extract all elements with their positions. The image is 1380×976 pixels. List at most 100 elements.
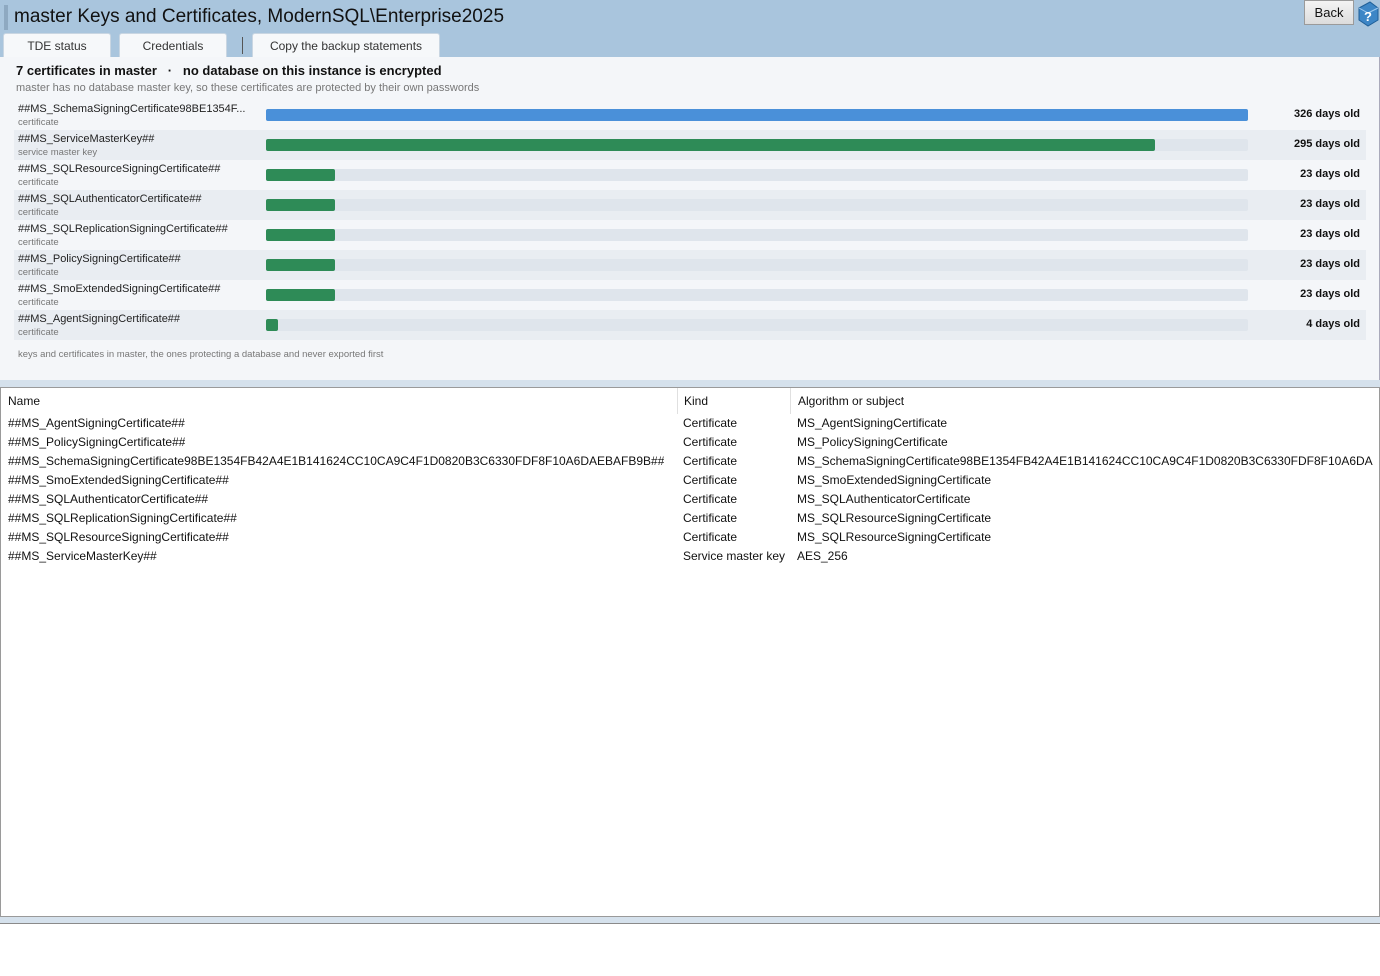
summary-panel: 7 certificates in master · no database o…: [0, 57, 1380, 382]
age-row-name: ##MS_ServiceMasterKey##: [18, 133, 155, 145]
age-row-age: 23 days old: [1300, 258, 1360, 270]
age-row-kind: certificate: [18, 207, 59, 218]
age-bar-fill: [266, 259, 336, 271]
page-title: master Keys and Certificates, ModernSQL\…: [14, 6, 505, 27]
age-bar-fill: [266, 139, 1155, 151]
age-row[interactable]: ##MS_AgentSigningCertificate## certificat…: [14, 310, 1366, 340]
help-icon[interactable]: ?: [1356, 0, 1380, 27]
column-header-algorithm[interactable]: Algorithm or subject: [791, 388, 1379, 414]
table-row[interactable]: ##MS_SQLResourceSigningCertificate## Cert…: [1, 528, 1379, 547]
cell-algorithm: MS_SchemaSigningCertificate98BE1354FB42A…: [797, 454, 1373, 468]
age-bar-fill: [266, 109, 1248, 121]
age-bar-fill: [266, 319, 279, 331]
cell-kind: Certificate: [683, 454, 738, 468]
age-bar-fill: [266, 199, 336, 211]
age-row-age: 23 days old: [1300, 228, 1360, 240]
cell-algorithm: MS_PolicySigningCertificate: [797, 435, 948, 449]
table-row[interactable]: ##MS_SQLAuthenticatorCertificate## Certif…: [1, 490, 1379, 509]
cell-kind: Certificate: [683, 492, 738, 506]
age-row-age: 23 days old: [1300, 198, 1360, 210]
back-button[interactable]: Back: [1304, 0, 1354, 25]
cell-name: ##MS_AgentSigningCertificate##: [8, 416, 185, 430]
cell-algorithm: MS_AgentSigningCertificate: [797, 416, 948, 430]
age-bar-track: [266, 319, 1248, 331]
age-row-age: 23 days old: [1300, 168, 1360, 180]
age-row-age: 4 days old: [1306, 318, 1360, 330]
table-row[interactable]: ##MS_PolicySigningCertificate## Certifica…: [1, 433, 1379, 452]
age-row-kind: certificate: [18, 177, 59, 188]
age-row-name: ##MS_SQLReplicationSigningCertificate##: [18, 223, 228, 235]
summary-footnote: keys and certificates in master, the one…: [18, 349, 384, 360]
keys-grid: Name Kind Algorithm or subject ##MS_Agen…: [0, 387, 1380, 917]
age-row-age: 326 days old: [1293, 108, 1360, 120]
key-certificate-window: master Keys and Certificates, ModernSQL\…: [0, 0, 1380, 976]
summary-title: 7 certificates in master · no database o…: [16, 63, 442, 78]
age-row-kind: service master key: [18, 147, 98, 158]
age-bar-track: [266, 229, 1248, 241]
title-bar: master Keys and Certificates, ModernSQL\…: [0, 0, 1380, 57]
age-row-name: ##MS_SQLResourceSigningCertificate##: [18, 163, 221, 175]
age-row[interactable]: ##MS_SchemaSigningCertificate98BE1354F..…: [14, 100, 1366, 130]
age-row-name: ##MS_PolicySigningCertificate##: [18, 253, 181, 265]
age-bar-track: [266, 109, 1248, 121]
column-header-kind[interactable]: Kind: [677, 388, 791, 414]
age-row-name: ##MS_SmoExtendedSigningCertificate##: [18, 283, 221, 295]
cell-algorithm: MS_SQLResourceSigningCertificate: [797, 530, 992, 544]
tab-copy-backup-statements[interactable]: Copy the backup statements: [252, 33, 440, 57]
age-bar-track: [266, 169, 1248, 181]
age-row[interactable]: ##MS_SmoExtendedSigningCertificate##cert…: [14, 280, 1366, 310]
cell-name: ##MS_ServiceMasterKey##: [8, 549, 157, 563]
cell-name: ##MS_SQLReplicationSigningCertificate##: [8, 511, 237, 525]
age-row-kind: certificate: [18, 237, 59, 248]
cell-algorithm: MS_SQLResourceSigningCertificate: [797, 511, 992, 525]
title-accent-bar: [4, 5, 8, 30]
cell-kind: Certificate: [683, 473, 738, 487]
age-bar-track: [266, 289, 1248, 301]
age-bar-fill: [266, 229, 336, 241]
cell-kind: Certificate: [683, 530, 738, 544]
table-row[interactable]: ##MS_SmoExtendedSigningCertificate## Cert…: [1, 471, 1379, 490]
tab-separator: [242, 37, 243, 54]
age-row[interactable]: ##MS_ServiceMasterKey##service master ke…: [14, 130, 1366, 160]
table-row[interactable]: ##MS_SchemaSigningCertificate98BE1354FB4…: [1, 452, 1379, 471]
cell-algorithm: AES_256: [797, 549, 848, 563]
cell-algorithm: MS_SmoExtendedSigningCertificate: [797, 473, 992, 487]
svg-text:?: ?: [1364, 9, 1372, 24]
column-header-name[interactable]: Name: [1, 388, 678, 414]
cell-name: ##MS_SQLAuthenticatorCertificate##: [8, 492, 209, 506]
age-row-kind: certificate: [18, 117, 59, 128]
age-row-age: 295 days old: [1293, 138, 1360, 150]
age-bar-track: [266, 139, 1248, 151]
cell-kind: Certificate: [683, 511, 738, 525]
age-row[interactable]: ##MS_SQLReplicationSigningCertificate##c…: [14, 220, 1366, 250]
cell-kind: Certificate: [683, 435, 738, 449]
age-row[interactable]: ##MS_SQLResourceSigningCertificate##cert…: [14, 160, 1366, 190]
cell-name: ##MS_SQLResourceSigningCertificate##: [8, 530, 229, 544]
table-row[interactable]: ##MS_ServiceMasterKey## Service master ke…: [1, 547, 1379, 566]
age-row-kind: certificate: [18, 327, 59, 338]
tab-tde-status[interactable]: TDE status: [3, 33, 111, 57]
age-row-age: 23 days old: [1300, 288, 1360, 300]
age-bar-fill: [266, 169, 336, 181]
cell-kind: Service master key: [683, 549, 786, 563]
table-row[interactable]: ##MS_AgentSigningCertificate## Certificat…: [1, 414, 1379, 433]
cell-kind: Certificate: [683, 416, 738, 430]
age-bar-fill: [266, 289, 336, 301]
cell-name: ##MS_SmoExtendedSigningCertificate##: [8, 473, 229, 487]
age-row-name: ##MS_SchemaSigningCertificate98BE1354F..…: [18, 103, 246, 115]
age-bar-track: [266, 199, 1248, 211]
panel-divider[interactable]: [0, 380, 1380, 387]
age-row[interactable]: ##MS_SQLAuthenticatorCertificate##certif…: [14, 190, 1366, 220]
age-row-name: ##MS_AgentSigningCertificate##: [18, 313, 181, 325]
bottom-strip: [0, 917, 1380, 924]
tab-credentials[interactable]: Credentials: [119, 33, 227, 57]
age-bar-track: [266, 259, 1248, 271]
cell-algorithm: MS_SQLAuthenticatorCertificate: [797, 492, 971, 506]
cell-name: ##MS_PolicySigningCertificate##: [8, 435, 186, 449]
summary-subtitle: master has no database master key, so th…: [16, 82, 480, 94]
table-row[interactable]: ##MS_SQLReplicationSigningCertificate## C…: [1, 509, 1379, 528]
age-row[interactable]: ##MS_PolicySigningCertificate## certifica…: [14, 250, 1366, 280]
age-row-name: ##MS_SQLAuthenticatorCertificate##: [18, 193, 202, 205]
age-row-kind: certificate: [18, 297, 59, 308]
age-row-kind: certificate: [18, 267, 59, 278]
